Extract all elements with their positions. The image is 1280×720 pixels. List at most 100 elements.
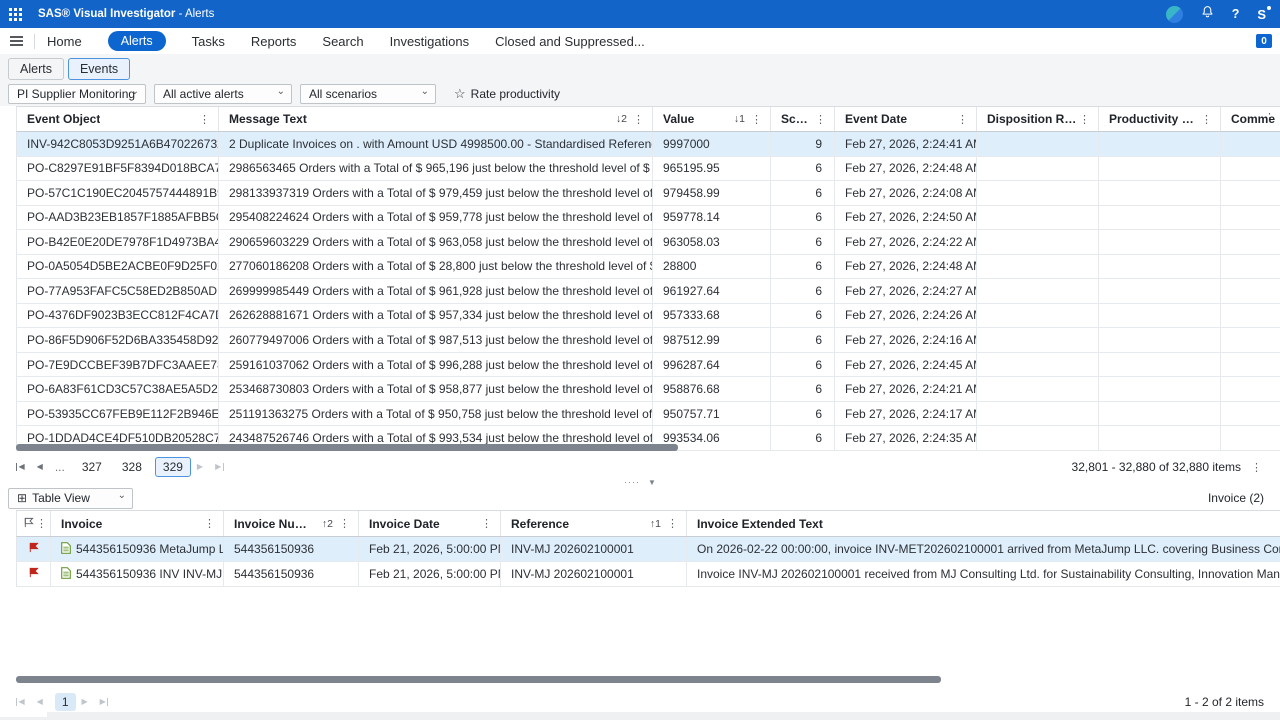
page-button-328[interactable]: 328 [115,458,149,476]
nav-item-closed-and-suppressed[interactable]: Closed and Suppressed... [495,34,645,49]
event-row[interactable]: PO-57C1C190EC2045757444891B9A29813393731… [16,181,1280,206]
next-page-button[interactable]: ▶ [197,463,203,471]
column-header-invoice[interactable]: Invoice⋮ [51,511,224,536]
column-menu-icon[interactable]: ⋮ [202,517,217,530]
nav-item-investigations[interactable]: Investigations [390,34,470,49]
nav-item-alerts[interactable]: Alerts [108,31,166,51]
notification-count-badge[interactable]: 0 [1256,34,1272,48]
column-menu-icon[interactable]: ⋮ [337,517,352,530]
cell-text: 295408224624 Orders with a Total of $ 95… [229,210,653,224]
column-header-disposition-reason[interactable]: Disposition Reason⋮ [977,107,1099,131]
document-icon [61,542,76,557]
column-menu-icon[interactable]: ⋮ [479,517,494,530]
column-header-productivity-rating[interactable]: Productivity Rating⋮ [1099,107,1221,131]
table-cell [1221,328,1280,352]
column-menu-icon[interactable]: ⋮ [197,113,212,126]
next-page-button[interactable]: ▶ [82,698,88,706]
horizontal-scrollbar[interactable] [16,676,941,683]
user-avatar[interactable]: S [1257,7,1270,22]
column-header-invoice-date[interactable]: Invoice Date⋮ [359,511,501,536]
first-page-button[interactable]: ◀ [16,698,25,706]
nav-item-tasks[interactable]: Tasks [192,34,225,49]
last-page-button[interactable]: ▶ [100,698,109,706]
pagination-menu-icon[interactable]: ⋮ [1249,461,1264,474]
flagged-cell[interactable] [17,537,51,561]
event-row[interactable]: PO-53935CC67FEB9E112F2B946E6225119136327… [16,402,1280,427]
splitter-handle-icon[interactable]: ···· [624,481,640,484]
assistant-icon[interactable] [1166,6,1183,23]
column-menu-icon[interactable]: ⋮ [749,113,764,126]
horizontal-scrollbar[interactable] [16,444,678,451]
previous-page-button[interactable]: ◀ [37,698,43,706]
table-cell: 961927.64 [653,279,771,303]
nav-item-search[interactable]: Search [322,34,363,49]
previous-page-button[interactable]: ◀ [37,463,43,471]
column-menu-icon[interactable]: ⋮ [1262,111,1277,124]
table-cell: PO-53935CC67FEB9E112F2B946E62 [17,402,219,426]
column-menu-icon[interactable]: ⋮ [1077,113,1092,126]
table-cell [1099,279,1221,303]
table-cell: PO-4376DF9023B3ECC812F4CA7D53 [17,304,219,328]
event-row[interactable]: PO-AAD3B23EB1857F1885AFBB5C8229540822462… [16,206,1280,231]
last-page-button[interactable]: ▶ [215,463,224,471]
table-cell: 260779497006 Orders with a Total of $ 98… [219,328,653,352]
table-cell [1099,426,1221,450]
invoice-row[interactable]: 544356150936 MetaJump LL...544356150936F… [16,537,1280,562]
event-row[interactable]: PO-0A5054D5BE2ACBE0F9D25F02DB27706018620… [16,255,1280,280]
column-menu-icon[interactable]: ⋮ [34,517,49,530]
invoice-link-cell[interactable]: 544356150936 INV INV-MJ 2... [51,562,224,586]
event-row[interactable]: PO-7E9DCCBEF39B7DFC3AAEE785FB25916103706… [16,353,1280,378]
column-menu-icon[interactable]: ⋮ [955,113,970,126]
event-row[interactable]: PO-B42E0E20DE7978F1D4973BA42D29065960322… [16,230,1280,255]
nav-item-home[interactable]: Home [47,34,82,49]
alert-filter-select[interactable]: All active alerts⌄ [154,84,292,104]
table-cell [977,402,1099,426]
current-page-button[interactable]: 1 [55,693,76,711]
event-row[interactable]: PO-6A83F61CD3C57C38AE5A5D2B4F25346873080… [16,377,1280,402]
cell-text: Feb 27, 2026, 2:24:48 AM [845,259,977,273]
column-header-value[interactable]: Value↓1⋮ [653,107,771,131]
page-button-327[interactable]: 327 [75,458,109,476]
column-menu-icon[interactable]: ⋮ [631,113,646,126]
table-cell: INV-MJ 202602100001 [501,537,687,561]
invoice-link-cell[interactable]: 544356150936 MetaJump LL... [51,537,224,561]
column-header-invoice-extended-text[interactable]: Invoice Extended Text [687,511,1280,536]
menu-icon[interactable] [10,36,24,46]
event-row[interactable]: PO-4376DF9023B3ECC812F4CA7D5326262888167… [16,304,1280,329]
column-menu-icon[interactable]: ⋮ [665,517,680,530]
app-launcher-icon[interactable] [0,0,30,28]
column-header-event-date[interactable]: Event Date⋮ [835,107,977,131]
panel-splitter[interactable]: ···· ▼ [0,478,1280,486]
items-count-label: 1 - 2 of 2 items [1185,695,1264,709]
table-view-select[interactable]: ⊞ Table View ⌄ [8,488,133,509]
column-menu-icon[interactable]: ⋮ [813,113,828,126]
cell-text: 9 [815,137,822,151]
current-page-button[interactable]: 329 [155,457,191,477]
notifications-bell-icon[interactable] [1201,5,1214,23]
nav-item-reports[interactable]: Reports [251,34,297,49]
scenario-filter-select[interactable]: All scenarios⌄ [300,84,436,104]
event-row[interactable]: PO-77A953FAFC5C58ED2B850ADE3526999998544… [16,279,1280,304]
rate-productivity-button[interactable]: ☆Rate productivity [454,86,560,102]
event-row[interactable]: PO-86F5D906F52D6BA335458D922126077949700… [16,328,1280,353]
tab-events[interactable]: Events [68,58,130,80]
tab-alerts[interactable]: Alerts [8,58,64,80]
column-header-message-text[interactable]: Message Text↓2⋮ [219,107,653,131]
column-header-invoice-number[interactable]: Invoice Number↑2⋮ [224,511,359,536]
column-header-flag[interactable]: ⋮ [17,511,51,536]
column-header-reference[interactable]: Reference↑1⋮ [501,511,687,536]
table-cell: On 2026-02-22 00:00:00, invoice INV-MET2… [687,537,1280,561]
first-page-button[interactable]: ◀ [16,463,25,471]
event-row[interactable]: PO-C8297E91BF5F8394D018BCA7552986563465 … [16,157,1280,182]
column-header-score[interactable]: Score⋮ [771,107,835,131]
table-cell [1221,255,1280,279]
invoice-row[interactable]: 544356150936 INV INV-MJ 2...544356150936… [16,562,1280,587]
cell-text: 259161037062 Orders with a Total of $ 99… [229,358,653,372]
column-header-event-object[interactable]: Event Object⋮ [17,107,219,131]
column-menu-icon[interactable]: ⋮ [1199,113,1214,126]
supplier-filter-select[interactable]: PI Supplier Monitoring⌄ [8,84,146,104]
event-row[interactable]: INV-942C8053D9251A6B470226732D2 Duplicat… [16,132,1280,157]
grid-icon [9,8,22,21]
flagged-cell[interactable] [17,562,51,586]
help-icon[interactable]: ? [1232,7,1240,21]
